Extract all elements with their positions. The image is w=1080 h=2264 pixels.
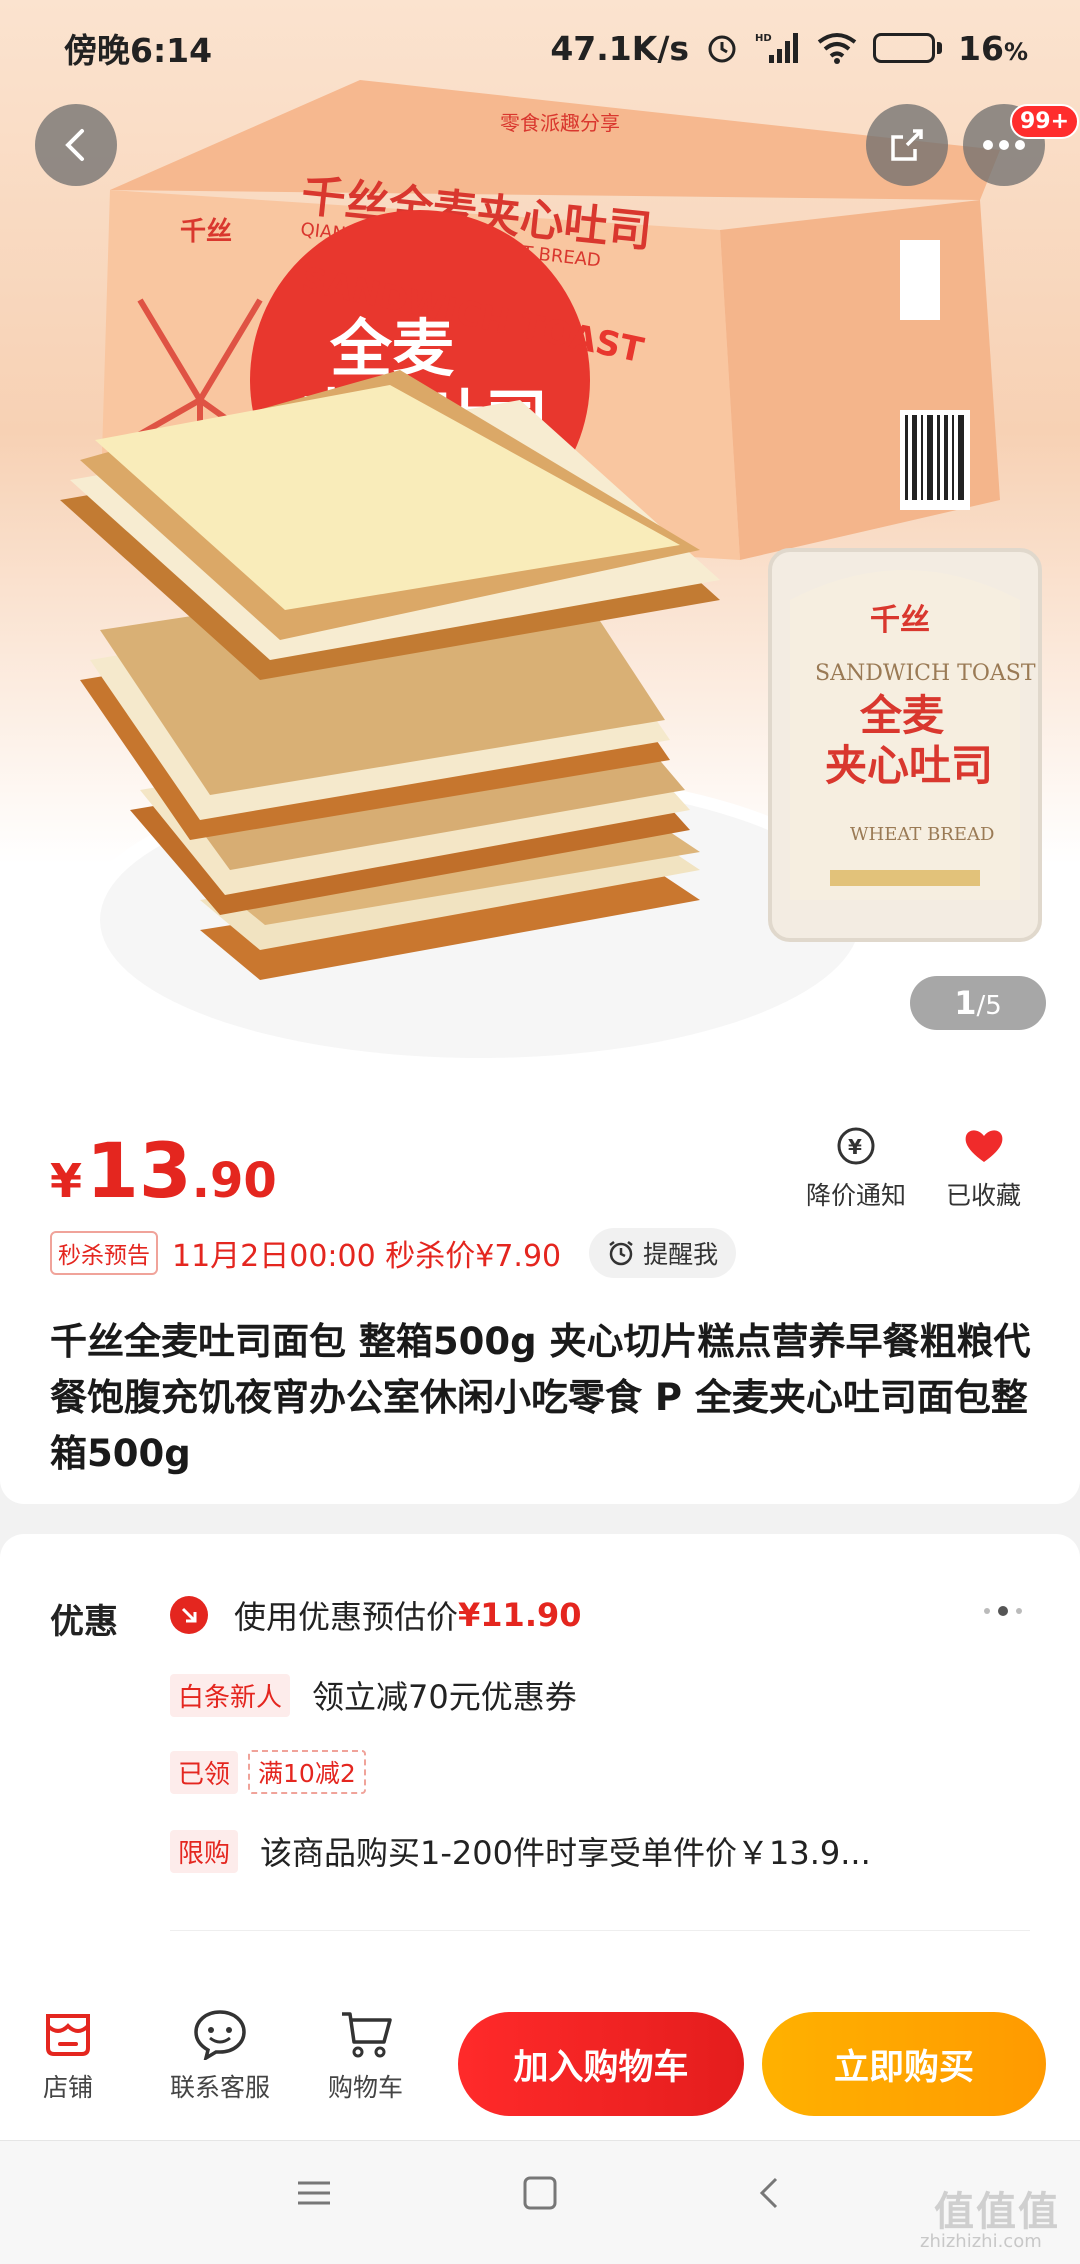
bottom-action-bar: 店铺 联系客服 购物车 加入购物车 立即购买 (0, 1990, 1080, 2140)
heart-icon (965, 1130, 1002, 1162)
estimate-text: 使用优惠预估价 (234, 1598, 459, 1636)
customer-service-button[interactable]: 联系客服 (170, 2008, 270, 2104)
promo-row-newuser[interactable]: 白条新人 领立减70元优惠券 (170, 1672, 577, 1718)
recent-apps-button[interactable] (296, 2175, 332, 2215)
promo-tag: 限购 (170, 1829, 239, 1873)
price-integer: 13 (86, 1126, 192, 1215)
back-arrow-icon (759, 2177, 778, 2209)
yen-bell-icon: ¥ (837, 1127, 875, 1165)
buy-now-button[interactable]: 立即购买 (762, 2012, 1046, 2116)
estimate-price: ¥11.90 (458, 1596, 582, 1634)
favorite-label: 已收藏 (946, 1181, 1022, 1210)
coupon-tag: 满10减2 (248, 1750, 366, 1794)
promo-text: 领立减70元优惠券 (312, 1678, 577, 1716)
promo-tag: 已领 (170, 1750, 239, 1794)
pager-total: /5 (976, 991, 1002, 1021)
add-to-cart-button[interactable]: 加入购物车 (458, 2012, 744, 2116)
promo-tag: 白条新人 (170, 1673, 291, 1717)
favorite-button[interactable]: 已收藏 (946, 1124, 1021, 1212)
home-square-icon (523, 2176, 557, 2210)
promo-estimate-row[interactable]: 使用优惠预估价 ¥11.90 (170, 1592, 582, 1638)
back-button[interactable] (35, 104, 117, 186)
remind-me-button[interactable]: 提醒我 (589, 1228, 737, 1278)
system-nav-bar: 值值值 zhizhizhi.com (0, 2140, 1080, 2264)
flash-sale-tag: 秒杀预告 (50, 1231, 158, 1275)
notify-label: 降价通知 (806, 1181, 907, 1210)
pack-title1: 全麦 (859, 691, 944, 740)
more-dots-icon (983, 140, 1025, 150)
system-back-button[interactable] (752, 2175, 788, 2215)
price-currency: ¥ (50, 1154, 83, 1208)
promotions-label: 优惠 (50, 1602, 118, 1642)
pack-brand-text: 千丝 (870, 603, 930, 638)
share-icon (891, 129, 923, 161)
share-button[interactable] (866, 104, 948, 186)
shop-label: 店铺 (42, 2073, 93, 2102)
home-button[interactable] (522, 2175, 558, 2215)
wifi-icon (817, 32, 857, 64)
price: ¥ 13 .90 (50, 1126, 277, 1215)
cart-label: 购物车 (328, 2073, 404, 2102)
chevron-left-icon (65, 129, 84, 161)
discount-arrow-icon (170, 1596, 208, 1634)
net-speed: 47.1K/s (550, 28, 690, 68)
product-title: 千丝全麦吐司面包 整箱500g 夹心切片糕点营养早餐粗粮代餐饱腹充饥夜宵办公室休… (50, 1320, 1031, 1475)
flash-sale-row: 秒杀预告 11月2日00:00 秒杀价¥7.90 提醒我 (50, 1228, 737, 1278)
watermark-url: zhizhizhi.com (920, 2231, 1042, 2252)
promo-text: 该商品购买1-200件时享受单件价￥13.9... (260, 1834, 871, 1872)
divider (170, 1930, 1030, 1931)
status-time: 傍晚6:14 (64, 31, 213, 70)
promo-row-claimed[interactable]: 已领 满10减2 (170, 1750, 366, 1794)
menu-icon (298, 2181, 330, 2205)
price-drop-notify-button[interactable]: ¥ 降价通知 (806, 1124, 906, 1212)
shop-icon (46, 2014, 90, 2056)
promotions-card[interactable]: 优惠 使用优惠预估价 ¥11.90 白条新人 领立减70元优惠券 已领 满10减… (0, 1534, 1080, 2004)
image-pager: 1 /5 (910, 976, 1046, 1030)
brand-logo-text: 千丝 (180, 217, 232, 247)
hd-label: HD (755, 33, 772, 44)
notification-badge: 99+ (1010, 104, 1080, 139)
carousel-dots (984, 1606, 1022, 1616)
alarm-clock-icon (609, 1241, 633, 1266)
alarm-icon (705, 31, 739, 65)
pack-title2: 夹心吐司 (825, 741, 993, 790)
signal-icon: HD (755, 31, 801, 65)
cart-button[interactable]: 购物车 (328, 2008, 403, 2104)
pager-current: 1 (954, 984, 977, 1022)
promo-row-limit[interactable]: 限购 该商品购买1-200件时享受单件价￥13.9... (170, 1828, 871, 1874)
status-bar: 傍晚6:14 47.1K/s HD 16% (0, 0, 1080, 96)
watermark-logo: 值值值 (934, 2189, 1060, 2235)
box-brand-top: 零食派趣分享 (500, 111, 620, 135)
product-info-card: ¥ 13 .90 ¥ 降价通知 已收藏 秒杀预告 11月2日00:00 秒杀价¥… (0, 1080, 1080, 1504)
chat-icon (194, 2010, 246, 2060)
service-label: 联系客服 (170, 2073, 271, 2102)
pack-wheat-text: WHEAT BREAD (850, 824, 994, 845)
battery-percent: 16% (958, 28, 1028, 68)
cart-icon (341, 2012, 392, 2058)
svg-text:¥: ¥ (848, 1135, 862, 1159)
shop-button[interactable]: 店铺 (42, 2008, 94, 2104)
pack-en-text: SANDWICH TOAST (815, 661, 1036, 686)
price-decimal: .90 (191, 1153, 277, 1209)
remind-label: 提醒我 (643, 1240, 719, 1269)
battery-icon (873, 33, 943, 63)
flash-sale-text: 11月2日00:00 秒杀价¥7.90 (172, 1239, 562, 1274)
